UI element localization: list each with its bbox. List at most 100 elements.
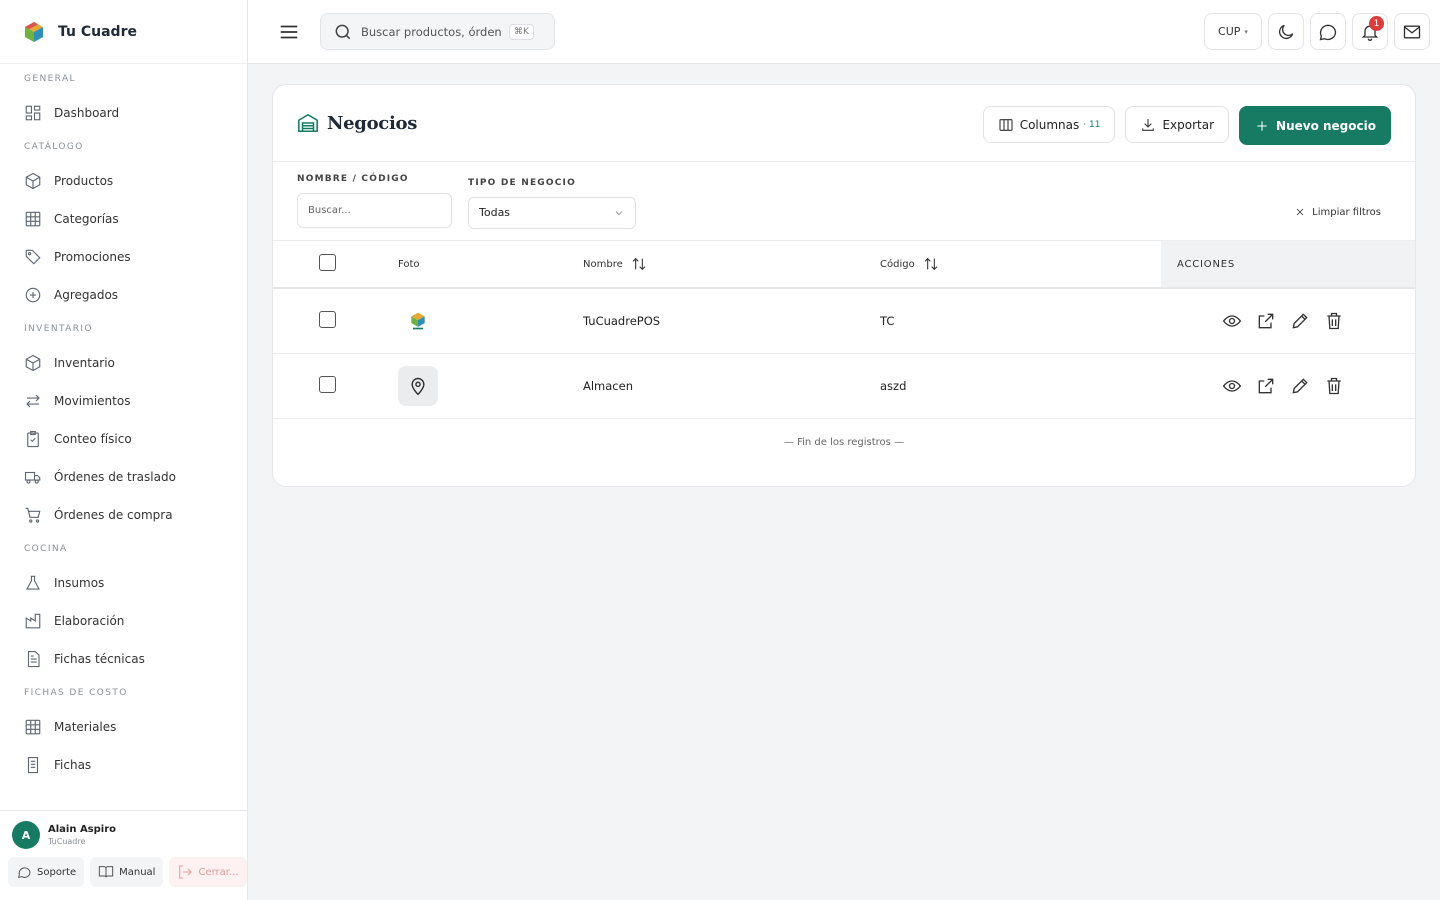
menu-icon[interactable]	[278, 21, 300, 43]
pencil-icon[interactable]	[1290, 311, 1310, 331]
brand-name: Tu Cuadre	[58, 23, 137, 40]
user-profile[interactable]: A Alain Aspiro TuCuadre	[0, 811, 247, 853]
export-label: Exportar	[1162, 117, 1215, 132]
sidebar-item-label: Inventario	[54, 356, 115, 370]
pencil-icon[interactable]	[1290, 376, 1310, 396]
end-of-records: — Fin de los registros —	[783, 436, 905, 448]
business-photo	[398, 301, 438, 341]
currency-selector[interactable]: CUP ▾	[1204, 13, 1262, 50]
notification-badge: 1	[1369, 16, 1384, 31]
eye-icon[interactable]	[1222, 311, 1242, 331]
type-filter-select[interactable]: Todas	[468, 197, 636, 229]
download-icon	[1142, 118, 1155, 131]
new-business-label: Nuevo negocio	[1276, 118, 1376, 133]
box-icon	[25, 172, 41, 190]
eye-icon[interactable]	[1222, 376, 1242, 396]
logout-icon	[179, 865, 193, 879]
sidebar-item-label: Promociones	[54, 250, 131, 264]
search-input[interactable]: Buscar productos, órdenes... ⌘K	[320, 13, 555, 50]
topbar: Buscar productos, órdenes... ⌘K CUP▾ 1	[248, 0, 1440, 64]
sidebar-item-label: Dashboard	[54, 106, 120, 120]
columns-button[interactable]: Columnas · 11	[982, 106, 1116, 143]
sort-icon	[924, 257, 938, 271]
export-button[interactable]: Exportar	[1125, 106, 1230, 143]
support-button[interactable]: Soporte	[8, 857, 85, 887]
sidebar-item-label: Fichas técnicas	[54, 652, 145, 666]
sidebar-item-dashboard[interactable]: Dashboard	[0, 94, 247, 132]
sidebar-item-label: Órdenes de compra	[54, 508, 173, 522]
table-row[interactable]: Almacen aszd	[273, 353, 1415, 419]
clear-filters-label: Limpiar filtros	[1312, 206, 1381, 218]
external-link-icon[interactable]	[1256, 376, 1276, 396]
brand-logo-icon	[25, 21, 43, 42]
row-checkbox[interactable]	[319, 310, 336, 328]
tag-icon	[25, 249, 41, 265]
new-business-button[interactable]: Nuevo negocio	[1239, 106, 1391, 145]
cart-icon	[25, 507, 41, 523]
external-link-icon[interactable]	[1256, 311, 1276, 331]
sidebar-item-categorias[interactable]: Categorías	[0, 200, 247, 238]
header-code[interactable]: Código	[880, 241, 1161, 289]
header-name-label: Nombre	[583, 259, 623, 270]
plus-icon	[1257, 120, 1267, 131]
name-filter-input[interactable]: Buscar...	[297, 193, 452, 228]
brand[interactable]: Tu Cuadre	[0, 0, 247, 64]
chevron-down-icon	[615, 211, 623, 216]
businesses-card: Negocios Columnas · 11 Exportar Nuevo ne…	[272, 84, 1416, 487]
sidebar-item-label: Materiales	[54, 720, 117, 734]
header-code-label: Código	[880, 259, 915, 270]
sidebar-item-ordenes-compra[interactable]: Órdenes de compra	[0, 496, 247, 534]
columns-label: Columnas	[1019, 117, 1080, 132]
sidebar-item-conteo-fisico[interactable]: Conteo físico	[0, 420, 247, 458]
sidebar-item-movimientos[interactable]: Movimientos	[0, 382, 247, 420]
currency-value: CUP	[1218, 25, 1241, 38]
theme-toggle-button[interactable]	[1268, 13, 1304, 50]
chat-icon	[17, 867, 31, 878]
header-name[interactable]: Nombre	[583, 241, 880, 289]
sidebar-item-insumos[interactable]: Insumos	[0, 564, 247, 602]
sidebar-item-label: Categorías	[54, 212, 119, 226]
table-row[interactable]: TuCuadrePOS TC	[273, 288, 1415, 354]
user-area: A Alain Aspiro TuCuadre Soporte Manual C…	[0, 810, 247, 900]
sidebar-item-fichas[interactable]: Fichas	[0, 746, 247, 784]
businesses-table: Foto Nombre Código ACCIONES TuCuadrePOS …	[273, 241, 1415, 419]
sidebar-item-label: Insumos	[54, 576, 105, 590]
messages-button[interactable]	[1310, 13, 1346, 50]
sidebar-item-label: Fichas	[54, 758, 92, 772]
sidebar-item-label: Órdenes de traslado	[54, 470, 176, 484]
trash-icon[interactable]	[1324, 311, 1344, 331]
section-title-inventario: INVENTARIO	[24, 324, 93, 334]
sidebar-item-fichas-tecnicas[interactable]: Fichas técnicas	[0, 640, 247, 678]
select-all-checkbox[interactable]	[319, 254, 336, 271]
user-org: TuCuadre	[48, 837, 86, 846]
sidebar-item-elaboracion[interactable]: Elaboración	[0, 602, 247, 640]
logout-button[interactable]: Cerrar...	[169, 857, 247, 887]
section-title-cocina: COCINA	[24, 544, 68, 554]
columns-icon	[999, 118, 1013, 131]
notifications-button[interactable]: 1	[1352, 13, 1388, 50]
sidebar-item-ordenes-traslado[interactable]: Órdenes de traslado	[0, 458, 247, 496]
trash-icon[interactable]	[1324, 376, 1344, 396]
sidebar-item-materiales[interactable]: Materiales	[0, 708, 247, 746]
search-placeholder: Buscar productos, órdenes...	[361, 24, 501, 39]
business-name: TuCuadrePOS	[583, 288, 880, 354]
sidebar-item-label: Movimientos	[54, 394, 131, 408]
mail-button[interactable]	[1394, 13, 1430, 50]
sidebar-item-promociones[interactable]: Promociones	[0, 238, 247, 276]
sidebar-item-label: Conteo físico	[54, 432, 132, 446]
row-checkbox[interactable]	[319, 375, 336, 393]
truck-icon	[24, 471, 41, 484]
manual-button[interactable]: Manual	[90, 857, 164, 887]
sidebar-item-agregados[interactable]: Agregados	[0, 276, 247, 314]
moon-icon	[1278, 24, 1294, 39]
grid-icon	[25, 719, 41, 735]
sidebar-item-inventario[interactable]: Inventario	[0, 344, 247, 382]
clear-filters-button[interactable]: Limpiar filtros	[1294, 206, 1381, 218]
avatar: A	[12, 821, 40, 849]
sidebar-item-productos[interactable]: Productos	[0, 162, 247, 200]
page-title: Negocios	[327, 112, 418, 134]
search-icon	[335, 24, 351, 39]
business-code: TC	[880, 288, 1161, 354]
factory-icon	[25, 613, 41, 629]
box-icon	[25, 354, 41, 372]
